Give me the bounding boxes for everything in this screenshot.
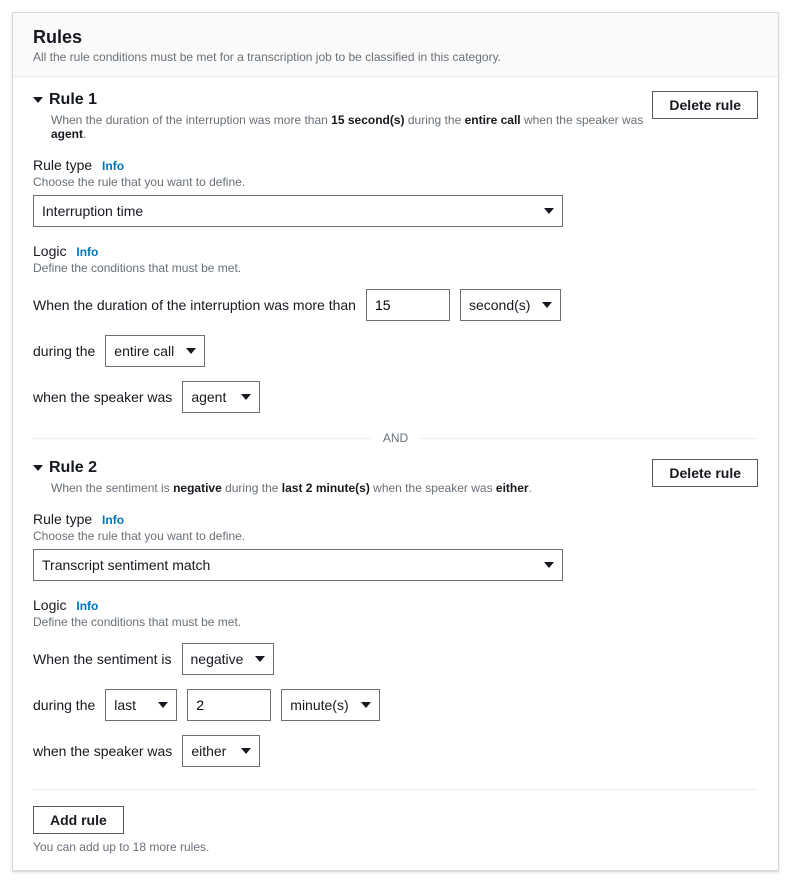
rule-2-during-row: during the last minute(s) — [33, 689, 758, 721]
delete-rule-2-button[interactable]: Delete rule — [652, 459, 758, 487]
speaker-label: when the speaker was — [33, 743, 172, 759]
sep-line-right — [420, 438, 758, 439]
rule-2-summary: When the sentiment is negative during th… — [51, 481, 652, 495]
rule-1-toggle[interactable]: Rule 1 — [33, 91, 652, 109]
logic-label: Logic — [33, 243, 66, 259]
rule-2-sentiment-select[interactable]: negative — [182, 643, 275, 675]
rule-2-sentiment-row: When the sentiment is negative — [33, 643, 758, 675]
rule-1-head: Rule 1 When the duration of the interrup… — [33, 91, 758, 141]
rule-2-type-select[interactable]: Transcript sentiment match — [33, 549, 563, 581]
rule-1-unit-select[interactable]: second(s) — [460, 289, 561, 321]
caret-down-icon — [33, 97, 43, 103]
rule-type-label: Rule type — [33, 157, 92, 173]
rule-2-speaker-row: when the speaker was either — [33, 735, 758, 767]
chevron-down-icon — [255, 656, 265, 662]
rule-1-type-section: Rule type Info Choose the rule that you … — [33, 157, 758, 227]
rule-1-duration-input[interactable] — [366, 289, 450, 321]
logic-info-link[interactable]: Info — [76, 599, 98, 613]
rule-1-speaker-row: when the speaker was agent — [33, 381, 758, 413]
rules-panel: Rules All the rule conditions must be me… — [12, 12, 779, 871]
rule-2-logic-section: Logic Info Define the conditions that mu… — [33, 597, 758, 767]
during-label: during the — [33, 697, 95, 713]
chevron-down-icon — [361, 702, 371, 708]
add-rule-button[interactable]: Add rule — [33, 806, 124, 834]
rule-1-during-select[interactable]: entire call — [105, 335, 205, 367]
rule-1: Rule 1 When the duration of the interrup… — [33, 91, 758, 413]
panel-header: Rules All the rule conditions must be me… — [13, 13, 778, 77]
and-label: AND — [371, 431, 420, 445]
rule-2: Rule 2 When the sentiment is negative du… — [33, 459, 758, 767]
rule-2-title: Rule 2 — [49, 459, 97, 477]
rule-2-speaker-select[interactable]: either — [182, 735, 260, 767]
logic-hint: Define the conditions that must be met. — [33, 261, 758, 275]
delete-rule-1-button[interactable]: Delete rule — [652, 91, 758, 119]
panel-subtitle: All the rule conditions must be met for … — [33, 50, 758, 64]
rule-1-duration-row: When the duration of the interruption wa… — [33, 289, 758, 321]
rule-2-during-unit-select[interactable]: minute(s) — [281, 689, 379, 721]
logic-info-link[interactable]: Info — [76, 245, 98, 259]
rule-type-info-link[interactable]: Info — [102, 159, 124, 173]
and-separator: AND — [33, 431, 758, 445]
rule-2-toggle[interactable]: Rule 2 — [33, 459, 652, 477]
rule-type-info-link[interactable]: Info — [102, 513, 124, 527]
chevron-down-icon — [544, 208, 554, 214]
remaining-rules-hint: You can add up to 18 more rules. — [33, 840, 758, 854]
rule-1-type-value: Interruption time — [42, 203, 143, 219]
rule-1-logic-section: Logic Info Define the conditions that mu… — [33, 243, 758, 413]
footer-separator — [33, 789, 758, 790]
rule-type-label: Rule type — [33, 511, 92, 527]
chevron-down-icon — [241, 394, 251, 400]
sep-line-left — [33, 438, 371, 439]
panel-title: Rules — [33, 27, 758, 48]
logic-hint: Define the conditions that must be met. — [33, 615, 758, 629]
rule-type-hint: Choose the rule that you want to define. — [33, 175, 758, 189]
caret-down-icon — [33, 465, 43, 471]
chevron-down-icon — [186, 348, 196, 354]
rule-2-during-value-input[interactable] — [187, 689, 271, 721]
rule-2-head: Rule 2 When the sentiment is negative du… — [33, 459, 758, 495]
chevron-down-icon — [241, 748, 251, 754]
sentiment-prefix: When the sentiment is — [33, 651, 172, 667]
rule-1-title: Rule 1 — [49, 91, 97, 109]
rule-2-type-section: Rule type Info Choose the rule that you … — [33, 511, 758, 581]
rule-1-type-select[interactable]: Interruption time — [33, 195, 563, 227]
rule-1-speaker-select[interactable]: agent — [182, 381, 260, 413]
during-label: during the — [33, 343, 95, 359]
rule-1-during-row: during the entire call — [33, 335, 758, 367]
speaker-label: when the speaker was — [33, 389, 172, 405]
chevron-down-icon — [542, 302, 552, 308]
chevron-down-icon — [158, 702, 168, 708]
chevron-down-icon — [544, 562, 554, 568]
logic-label: Logic — [33, 597, 66, 613]
rule-2-during-mode-select[interactable]: last — [105, 689, 177, 721]
panel-body: Rule 1 When the duration of the interrup… — [13, 77, 778, 870]
rule-2-type-value: Transcript sentiment match — [42, 557, 210, 573]
rule-type-hint: Choose the rule that you want to define. — [33, 529, 758, 543]
rule-1-summary: When the duration of the interruption wa… — [51, 113, 652, 141]
duration-prefix: When the duration of the interruption wa… — [33, 297, 356, 313]
